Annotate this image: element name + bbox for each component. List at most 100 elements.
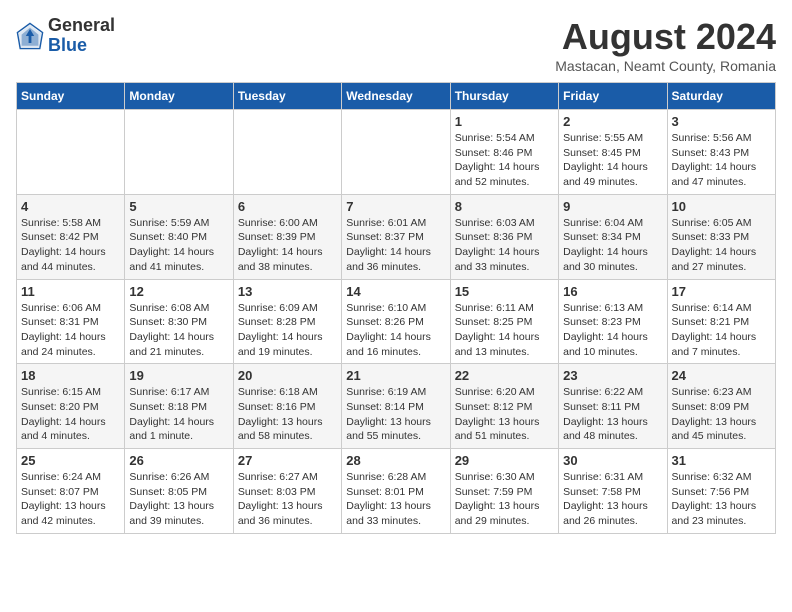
calendar-cell: 3 Sunrise: 5:56 AM Sunset: 8:43 PM Daylig…: [667, 110, 775, 195]
day-of-week-header: Wednesday: [342, 83, 450, 110]
day-info: Sunrise: 6:18 AM Sunset: 8:16 PM Dayligh…: [238, 385, 337, 444]
calendar-cell: 11 Sunrise: 6:06 AM Sunset: 8:31 PM Dayli…: [17, 279, 125, 364]
calendar-cell: 18Sunrise: 6:15 AM Sunset: 8:20 PM Dayli…: [17, 364, 125, 449]
day-number: 29: [455, 453, 554, 468]
calendar-week-row: 18Sunrise: 6:15 AM Sunset: 8:20 PM Dayli…: [17, 364, 776, 449]
calendar-week-row: 25Sunrise: 6:24 AM Sunset: 8:07 PM Dayli…: [17, 449, 776, 534]
calendar-cell: 10 Sunrise: 6:05 AM Sunset: 8:33 PM Dayli…: [667, 194, 775, 279]
calendar-cell: 20Sunrise: 6:18 AM Sunset: 8:16 PM Dayli…: [233, 364, 341, 449]
day-of-week-header: Tuesday: [233, 83, 341, 110]
calendar-cell: 16 Sunrise: 6:13 AM Sunset: 8:23 PM Dayli…: [559, 279, 667, 364]
day-info: Sunrise: 6:31 AM Sunset: 7:58 PM Dayligh…: [563, 470, 662, 529]
logo-icon: [16, 22, 44, 50]
day-info: Sunrise: 5:56 AM Sunset: 8:43 PM Dayligh…: [672, 131, 771, 190]
day-number: 1: [455, 114, 554, 129]
day-number: 11: [21, 284, 120, 299]
day-of-week-header: Monday: [125, 83, 233, 110]
day-number: 28: [346, 453, 445, 468]
calendar-body: 1Sunrise: 5:54 AM Sunset: 8:46 PM Daylig…: [17, 110, 776, 534]
title-block: August 2024 Mastacan, Neamt County, Roma…: [555, 16, 776, 74]
day-number: 27: [238, 453, 337, 468]
calendar-week-row: 4 Sunrise: 5:58 AM Sunset: 8:42 PM Daylig…: [17, 194, 776, 279]
day-info: Sunrise: 6:17 AM Sunset: 8:18 PM Dayligh…: [129, 385, 228, 444]
calendar-cell: 28 Sunrise: 6:28 AM Sunset: 8:01 PM Dayli…: [342, 449, 450, 534]
day-number: 2: [563, 114, 662, 129]
calendar-cell: 14 Sunrise: 6:10 AM Sunset: 8:26 PM Dayli…: [342, 279, 450, 364]
day-number: 31: [672, 453, 771, 468]
day-number: 10: [672, 199, 771, 214]
day-number: 14: [346, 284, 445, 299]
day-number: 5: [129, 199, 228, 214]
day-info: Sunrise: 6:06 AM Sunset: 8:31 PM Dayligh…: [21, 301, 120, 360]
day-info: Sunrise: 6:24 AM Sunset: 8:07 PM Dayligh…: [21, 470, 120, 529]
day-info: Sunrise: 6:28 AM Sunset: 8:01 PM Dayligh…: [346, 470, 445, 529]
day-info: Sunrise: 6:11 AM Sunset: 8:25 PM Dayligh…: [455, 301, 554, 360]
day-number: 15: [455, 284, 554, 299]
day-number: 22: [455, 368, 554, 383]
day-info: Sunrise: 5:58 AM Sunset: 8:42 PM Dayligh…: [21, 216, 120, 275]
calendar-cell: 13Sunrise: 6:09 AM Sunset: 8:28 PM Dayli…: [233, 279, 341, 364]
calendar-cell: [17, 110, 125, 195]
day-info: Sunrise: 6:19 AM Sunset: 8:14 PM Dayligh…: [346, 385, 445, 444]
calendar-cell: 27Sunrise: 6:27 AM Sunset: 8:03 PM Dayli…: [233, 449, 341, 534]
day-number: 16: [563, 284, 662, 299]
day-info: Sunrise: 6:05 AM Sunset: 8:33 PM Dayligh…: [672, 216, 771, 275]
day-number: 9: [563, 199, 662, 214]
calendar-cell: 4 Sunrise: 5:58 AM Sunset: 8:42 PM Daylig…: [17, 194, 125, 279]
calendar-cell: 23Sunrise: 6:22 AM Sunset: 8:11 PM Dayli…: [559, 364, 667, 449]
day-number: 4: [21, 199, 120, 214]
calendar-cell: 12 Sunrise: 6:08 AM Sunset: 8:30 PM Dayli…: [125, 279, 233, 364]
day-info: Sunrise: 6:08 AM Sunset: 8:30 PM Dayligh…: [129, 301, 228, 360]
calendar-cell: 8 Sunrise: 6:03 AM Sunset: 8:36 PM Daylig…: [450, 194, 558, 279]
day-number: 23: [563, 368, 662, 383]
calendar-cell: 17 Sunrise: 6:14 AM Sunset: 8:21 PM Dayli…: [667, 279, 775, 364]
day-info: Sunrise: 6:23 AM Sunset: 8:09 PM Dayligh…: [672, 385, 771, 444]
page-header: General Blue August 2024 Mastacan, Neamt…: [16, 16, 776, 74]
day-info: Sunrise: 6:03 AM Sunset: 8:36 PM Dayligh…: [455, 216, 554, 275]
day-info: Sunrise: 6:13 AM Sunset: 8:23 PM Dayligh…: [563, 301, 662, 360]
month-year: August 2024: [555, 16, 776, 58]
calendar-cell: 15 Sunrise: 6:11 AM Sunset: 8:25 PM Dayli…: [450, 279, 558, 364]
calendar-cell: 2Sunrise: 5:55 AM Sunset: 8:45 PM Daylig…: [559, 110, 667, 195]
day-of-week-header: Sunday: [17, 83, 125, 110]
day-info: Sunrise: 6:32 AM Sunset: 7:56 PM Dayligh…: [672, 470, 771, 529]
day-number: 30: [563, 453, 662, 468]
day-info: Sunrise: 6:14 AM Sunset: 8:21 PM Dayligh…: [672, 301, 771, 360]
day-of-week-header: Saturday: [667, 83, 775, 110]
day-number: 17: [672, 284, 771, 299]
day-of-week-header: Thursday: [450, 83, 558, 110]
day-info: Sunrise: 6:26 AM Sunset: 8:05 PM Dayligh…: [129, 470, 228, 529]
logo-text: General Blue: [48, 16, 115, 56]
calendar-cell: 24Sunrise: 6:23 AM Sunset: 8:09 PM Dayli…: [667, 364, 775, 449]
day-number: 6: [238, 199, 337, 214]
calendar-cell: 30 Sunrise: 6:31 AM Sunset: 7:58 PM Dayli…: [559, 449, 667, 534]
calendar-cell: 31 Sunrise: 6:32 AM Sunset: 7:56 PM Dayli…: [667, 449, 775, 534]
day-info: Sunrise: 6:04 AM Sunset: 8:34 PM Dayligh…: [563, 216, 662, 275]
day-info: Sunrise: 6:09 AM Sunset: 8:28 PM Dayligh…: [238, 301, 337, 360]
calendar-cell: 6Sunrise: 6:00 AM Sunset: 8:39 PM Daylig…: [233, 194, 341, 279]
calendar-cell: 5Sunrise: 5:59 AM Sunset: 8:40 PM Daylig…: [125, 194, 233, 279]
calendar-week-row: 11 Sunrise: 6:06 AM Sunset: 8:31 PM Dayli…: [17, 279, 776, 364]
location: Mastacan, Neamt County, Romania: [555, 58, 776, 74]
day-info: Sunrise: 6:30 AM Sunset: 7:59 PM Dayligh…: [455, 470, 554, 529]
day-number: 12: [129, 284, 228, 299]
calendar-cell: 9 Sunrise: 6:04 AM Sunset: 8:34 PM Daylig…: [559, 194, 667, 279]
day-info: Sunrise: 6:10 AM Sunset: 8:26 PM Dayligh…: [346, 301, 445, 360]
day-info: Sunrise: 6:01 AM Sunset: 8:37 PM Dayligh…: [346, 216, 445, 275]
calendar-cell: 22Sunrise: 6:20 AM Sunset: 8:12 PM Dayli…: [450, 364, 558, 449]
calendar-cell: 21Sunrise: 6:19 AM Sunset: 8:14 PM Dayli…: [342, 364, 450, 449]
calendar-cell: [125, 110, 233, 195]
calendar-cell: [233, 110, 341, 195]
header-row: SundayMondayTuesdayWednesdayThursdayFrid…: [17, 83, 776, 110]
day-number: 8: [455, 199, 554, 214]
calendar-cell: [342, 110, 450, 195]
day-number: 3: [672, 114, 771, 129]
day-of-week-header: Friday: [559, 83, 667, 110]
logo-general: General: [48, 16, 115, 36]
logo-blue: Blue: [48, 36, 115, 56]
calendar-week-row: 1Sunrise: 5:54 AM Sunset: 8:46 PM Daylig…: [17, 110, 776, 195]
day-number: 18: [21, 368, 120, 383]
day-number: 7: [346, 199, 445, 214]
calendar-cell: 1Sunrise: 5:54 AM Sunset: 8:46 PM Daylig…: [450, 110, 558, 195]
day-number: 26: [129, 453, 228, 468]
